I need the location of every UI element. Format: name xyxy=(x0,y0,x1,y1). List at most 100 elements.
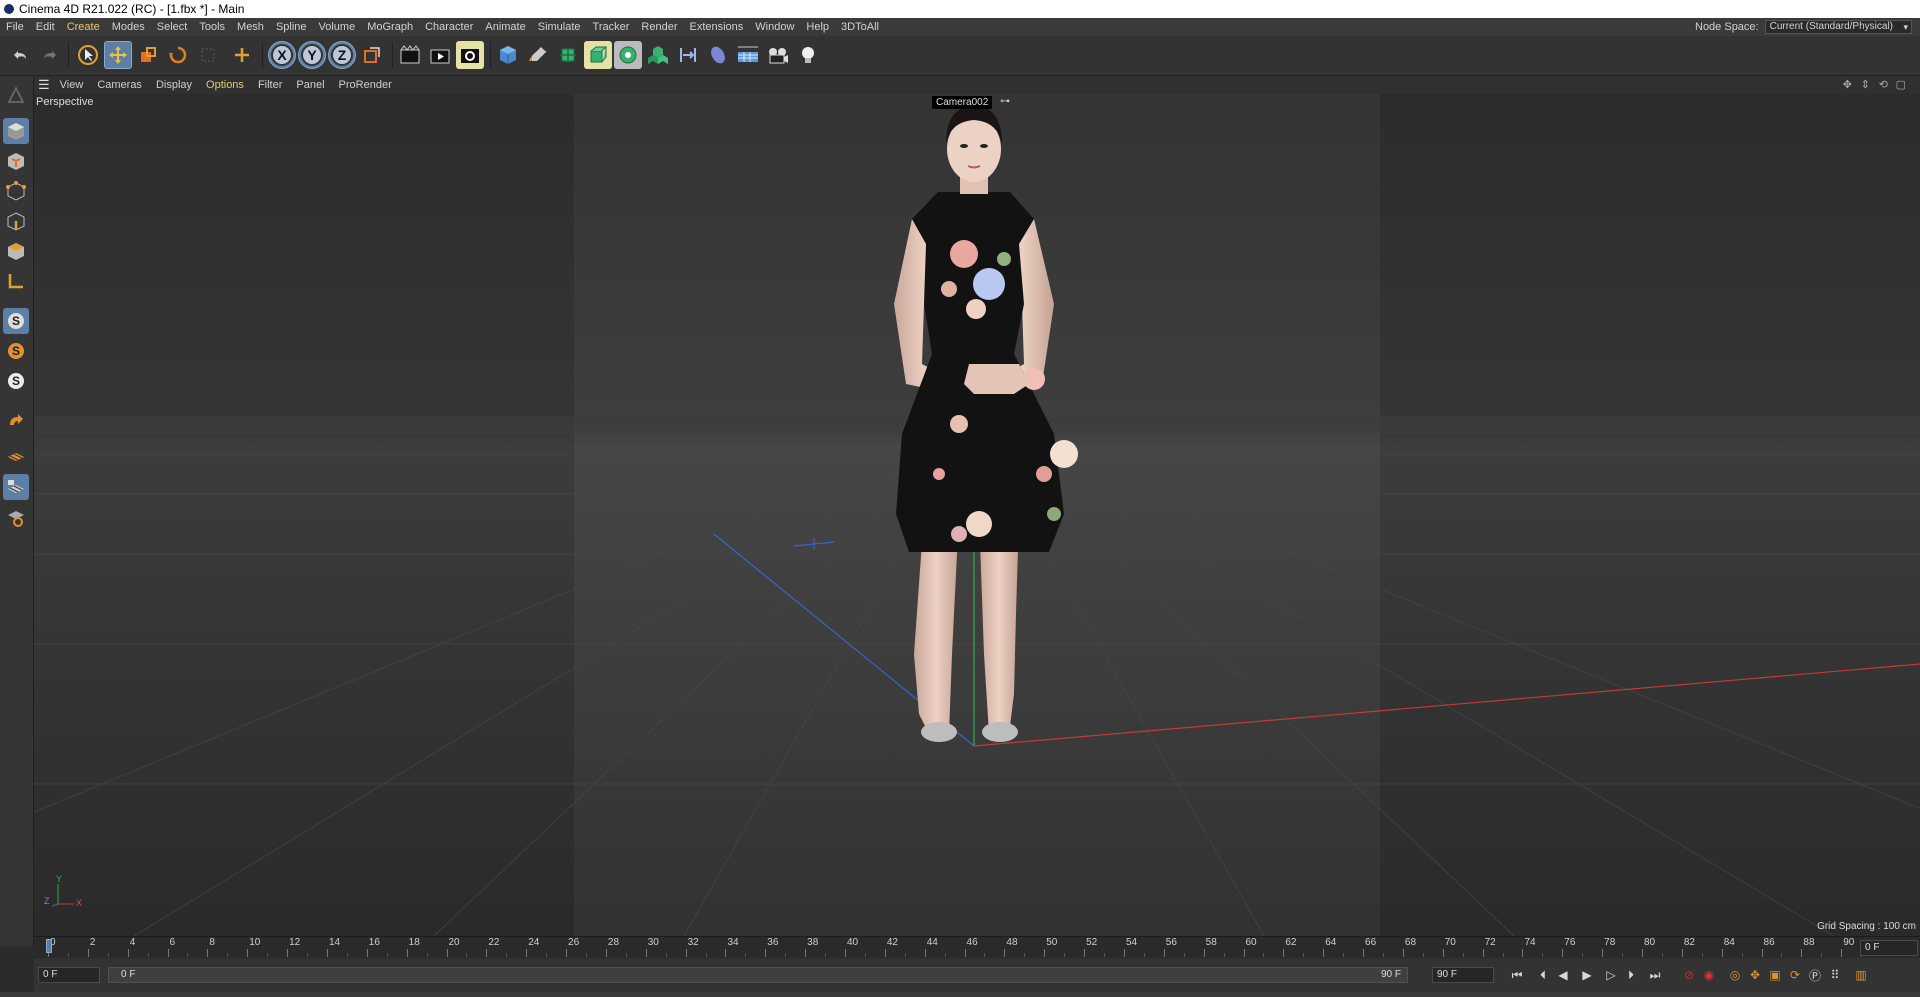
timeline-playhead[interactable] xyxy=(46,939,52,953)
camera-link-icon[interactable]: ⊶ xyxy=(1000,96,1010,107)
workplane-icon[interactable] xyxy=(3,444,29,470)
next-key-icon[interactable]: ⏵ xyxy=(1622,967,1640,983)
timeline-menu-icon[interactable]: ▥ xyxy=(1852,967,1870,983)
menu-render[interactable]: Render xyxy=(641,21,677,33)
preview-range-slider[interactable]: 0 F 90 F xyxy=(108,967,1408,983)
mograph-cloner-icon[interactable] xyxy=(644,41,672,69)
rotation-key-icon[interactable]: ⟳ xyxy=(1786,967,1804,983)
viewport-menu-options[interactable]: Options xyxy=(206,79,244,91)
pla-key-icon[interactable]: ⠿ xyxy=(1826,967,1844,983)
viewport-menu-prorender[interactable]: ProRender xyxy=(339,79,392,91)
snap-toggle-icon[interactable]: S xyxy=(3,308,29,334)
end-frame-field[interactable]: 90 F xyxy=(1432,967,1494,983)
move-tool-icon[interactable] xyxy=(104,41,132,69)
start-frame-field[interactable]: 0 F xyxy=(38,967,100,983)
autokey-icon[interactable]: ◉ xyxy=(1700,967,1718,983)
menu-mograph[interactable]: MoGraph xyxy=(367,21,413,33)
scale-tool-icon[interactable] xyxy=(134,41,162,69)
extrude-generator-icon[interactable] xyxy=(584,41,612,69)
viewport-menu-cameras[interactable]: Cameras xyxy=(97,79,142,91)
add-object-icon[interactable] xyxy=(228,41,256,69)
record-active-icon[interactable]: ⊘ xyxy=(1680,967,1698,983)
timeline-minor-tick xyxy=(307,953,309,957)
edge-mode-icon[interactable] xyxy=(3,208,29,234)
locked-workplane-icon[interactable] xyxy=(3,474,29,500)
lock-x-axis-button[interactable]: X xyxy=(268,41,296,69)
field-object-icon[interactable] xyxy=(704,41,732,69)
3d-viewport[interactable]: Perspective Camera002 ⊶ Grid Spacing : 1… xyxy=(34,94,1920,936)
menu-window[interactable]: Window xyxy=(755,21,794,33)
redo-icon[interactable] xyxy=(36,41,64,69)
snap-settings-icon[interactable]: S xyxy=(3,338,29,364)
subdivision-surface-icon[interactable] xyxy=(554,41,582,69)
viewport-maximize-icon[interactable]: ▢ xyxy=(1896,78,1906,91)
go-to-end-icon[interactable]: ⏭ xyxy=(1646,967,1664,983)
timeline-minor-tick xyxy=(1223,953,1225,957)
menu-character[interactable]: Character xyxy=(425,21,473,33)
cloner-icon[interactable] xyxy=(614,41,642,69)
rotate-tool-icon[interactable] xyxy=(164,41,192,69)
parameter-key-icon[interactable]: Ⓟ xyxy=(1806,967,1824,983)
axis-mode-icon[interactable] xyxy=(3,268,29,294)
menu-modes[interactable]: Modes xyxy=(112,21,145,33)
live-selection-icon[interactable] xyxy=(74,41,102,69)
scale-key-icon[interactable]: ▣ xyxy=(1766,967,1784,983)
viewport-rotate-icon[interactable]: ⟲ xyxy=(1879,78,1888,91)
light-object-icon[interactable] xyxy=(794,41,822,69)
hamburger-menu-icon[interactable]: ☰ xyxy=(38,77,50,93)
menu-volume[interactable]: Volume xyxy=(319,21,356,33)
render-settings-icon[interactable] xyxy=(456,41,484,69)
viewport-zoom-icon[interactable]: ⇕ xyxy=(1861,78,1870,91)
keyframe-selection-icon[interactable]: ◎ xyxy=(1726,967,1744,983)
menu-tracker[interactable]: Tracker xyxy=(593,21,630,33)
pen-spline-icon[interactable] xyxy=(524,41,552,69)
snap-workplane-icon[interactable]: S xyxy=(3,368,29,394)
undo-icon[interactable] xyxy=(6,41,34,69)
viewport-menu-display[interactable]: Display xyxy=(156,79,192,91)
floor-environment-icon[interactable] xyxy=(734,41,762,69)
timeline-minor-tick xyxy=(546,953,548,957)
planar-workplane-icon[interactable] xyxy=(3,504,29,530)
viewport-menu-view[interactable]: View xyxy=(60,79,84,91)
play-icon[interactable]: ▶ xyxy=(1578,967,1596,983)
recent-tools-icon[interactable] xyxy=(194,41,222,69)
menu-3dtoall[interactable]: 3DToAll xyxy=(841,21,879,33)
polygon-mode-icon[interactable] xyxy=(3,238,29,264)
position-key-icon[interactable]: ✥ xyxy=(1746,967,1764,983)
model-mode-icon[interactable] xyxy=(3,118,29,144)
tweak-mode-icon[interactable] xyxy=(3,408,29,434)
menu-animate[interactable]: Animate xyxy=(485,21,525,33)
render-view-icon[interactable] xyxy=(396,41,424,69)
menu-select[interactable]: Select xyxy=(157,21,188,33)
go-to-start-icon[interactable]: ⏮ xyxy=(1508,967,1526,983)
menu-help[interactable]: Help xyxy=(806,21,829,33)
menu-spline[interactable]: Spline xyxy=(276,21,307,33)
texture-mode-icon[interactable] xyxy=(3,148,29,174)
viewport-move-icon[interactable]: ✥ xyxy=(1843,78,1852,91)
menu-simulate[interactable]: Simulate xyxy=(538,21,581,33)
menu-tools[interactable]: Tools xyxy=(199,21,225,33)
previous-key-icon[interactable]: ⏴ xyxy=(1534,967,1552,983)
node-space-select[interactable]: Current (Standard/Physical) xyxy=(1764,20,1912,34)
cube-object-icon[interactable] xyxy=(494,41,522,69)
next-frame-icon[interactable]: ▷ xyxy=(1602,967,1620,983)
lock-z-axis-button[interactable]: Z xyxy=(328,41,356,69)
timeline-minor-tick xyxy=(1343,953,1345,957)
point-mode-icon[interactable] xyxy=(3,178,29,204)
coordinate-system-icon[interactable] xyxy=(358,41,386,69)
previous-frame-icon[interactable]: ◀ xyxy=(1554,967,1572,983)
camera-object-icon[interactable] xyxy=(764,41,792,69)
current-frame-field[interactable]: 0 F xyxy=(1860,940,1918,956)
deformer-icon[interactable] xyxy=(674,41,702,69)
render-to-picture-viewer-icon[interactable] xyxy=(426,41,454,69)
timeline-ruler[interactable]: 0 2 4 6 8 10 12 14 16 18 20 22 24 26 28 30 32 34 36 38 40 42 4… xyxy=(34,936,1920,958)
viewport-menu-panel[interactable]: Panel xyxy=(296,79,324,91)
make-editable-icon[interactable] xyxy=(3,82,29,108)
menu-extensions[interactable]: Extensions xyxy=(689,21,743,33)
menu-file[interactable]: File xyxy=(6,21,24,33)
menu-create[interactable]: Create xyxy=(67,21,100,33)
menu-edit[interactable]: Edit xyxy=(36,21,55,33)
menu-mesh[interactable]: Mesh xyxy=(237,21,264,33)
lock-y-axis-button[interactable]: Y xyxy=(298,41,326,69)
viewport-menu-filter[interactable]: Filter xyxy=(258,79,282,91)
